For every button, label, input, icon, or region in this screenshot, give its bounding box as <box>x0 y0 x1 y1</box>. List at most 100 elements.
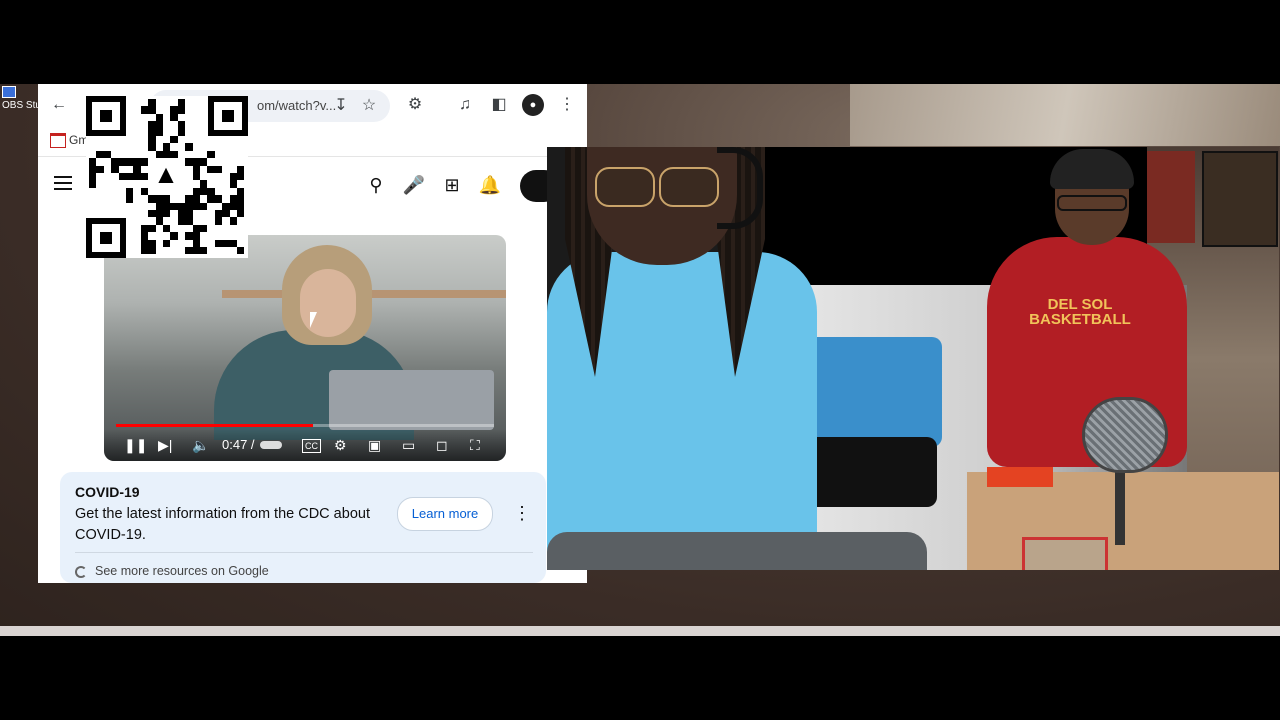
qr-module <box>126 158 134 166</box>
kebab-menu-icon[interactable]: ⋮ <box>513 502 531 524</box>
qr-module <box>148 247 156 255</box>
install-icon[interactable]: ↧ <box>330 95 352 117</box>
qr-module <box>140 247 149 255</box>
autoplay-toggle[interactable] <box>260 441 282 449</box>
qr-module <box>185 232 193 240</box>
qr-module <box>155 202 163 210</box>
qr-module <box>207 195 215 203</box>
qr-module <box>222 202 230 210</box>
qr-module <box>148 99 156 107</box>
qr-module <box>177 106 186 114</box>
qr-module <box>237 202 245 210</box>
qr-module <box>140 158 149 166</box>
covid-info-panel: COVID-19 Get the latest information from… <box>60 472 546 583</box>
qr-module <box>192 158 200 166</box>
qr-module <box>89 173 97 181</box>
qr-module <box>229 195 237 203</box>
hamburger-menu-icon[interactable] <box>54 176 72 190</box>
qr-module <box>192 232 200 240</box>
hoodie-text-line2: BASKETBALL <box>1029 311 1131 328</box>
settings-gear-icon[interactable]: ⚙ <box>334 435 347 455</box>
qr-module <box>185 158 193 166</box>
hoodie-text-line1: DEL SOL <box>1047 296 1113 313</box>
see-more-link[interactable]: See more resources on Google <box>75 564 269 578</box>
qr-module <box>192 195 200 203</box>
pause-icon[interactable]: ❚❚ <box>124 435 147 455</box>
captions-icon[interactable]: CC <box>302 439 321 453</box>
volume-icon[interactable]: 🔈 <box>192 435 209 455</box>
qr-module <box>163 143 171 151</box>
video-scene-laptop <box>329 370 494 430</box>
bookmark-gmail[interactable]: Gm <box>50 133 88 149</box>
qr-module <box>163 224 171 233</box>
video-scene-person-face <box>300 269 356 337</box>
webcam-overlay: DEL SOL BASKETBALL <box>547 147 1279 570</box>
profile-icon[interactable]: ● <box>522 94 544 116</box>
qr-module <box>200 187 208 196</box>
qr-module <box>170 202 178 210</box>
side-panel-icon[interactable]: ◧ <box>488 94 510 116</box>
qr-module <box>126 187 134 196</box>
webcam-chair <box>807 437 937 507</box>
create-video-icon[interactable]: ⊞ <box>440 173 464 197</box>
qr-module <box>155 113 163 122</box>
microphone-icon <box>1082 397 1168 473</box>
qr-module <box>155 210 163 218</box>
qr-module <box>170 106 178 114</box>
qr-module <box>185 217 193 225</box>
webcam-sunglasses <box>595 167 719 207</box>
qr-module <box>200 180 208 188</box>
qr-module <box>237 247 245 255</box>
video-progress-bar[interactable] <box>116 424 494 427</box>
qr-module <box>170 150 178 159</box>
qr-module <box>207 150 215 159</box>
qr-module <box>155 150 163 159</box>
qr-module <box>207 187 215 196</box>
qr-module <box>185 143 193 151</box>
qr-module <box>192 239 200 247</box>
qr-module <box>148 195 156 203</box>
search-icon[interactable]: ⚲ <box>364 173 388 197</box>
desktop-taskbar-strip <box>0 626 1280 636</box>
microphone-icon[interactable]: 🎤 <box>402 173 426 197</box>
qr-module <box>192 247 200 255</box>
extensions-icon[interactable]: ⚙ <box>404 94 426 116</box>
qr-module <box>185 202 193 210</box>
star-icon[interactable]: ☆ <box>358 95 380 117</box>
back-arrow-icon[interactable]: ← <box>48 94 70 116</box>
qr-module <box>192 173 200 181</box>
covid-body: Get the latest information from the CDC … <box>75 506 370 543</box>
qr-module <box>185 210 193 218</box>
qr-module <box>177 128 186 136</box>
qr-module <box>133 173 141 181</box>
qr-module <box>148 143 156 151</box>
qr-module <box>89 165 97 173</box>
cast-icon[interactable]: ◻ <box>436 435 448 455</box>
desktop-highlight <box>850 84 1280 146</box>
covid-title: COVID-19 <box>75 484 140 500</box>
learn-more-button[interactable]: Learn more <box>397 497 493 531</box>
qr-module <box>148 224 156 233</box>
qr-module <box>111 165 119 173</box>
fullscreen-icon[interactable]: ⛶ <box>470 435 480 455</box>
video-player[interactable]: ❚❚ ▶| 🔈 0:47 / CC ⚙ ▣ ▭ ◻ ⛶ <box>104 235 506 461</box>
notifications-bell-icon[interactable]: 🔔 <box>478 173 502 197</box>
letterbox-bottom <box>0 636 1280 720</box>
qr-module <box>155 121 163 129</box>
qr-module <box>192 224 200 233</box>
kebab-menu-icon[interactable]: ⋮ <box>556 94 578 116</box>
theater-mode-icon[interactable]: ▭ <box>402 435 415 455</box>
qr-module <box>163 210 171 218</box>
obs-desktop-shortcut[interactable]: OBS Stu <box>2 86 42 116</box>
qr-module <box>177 202 186 210</box>
next-icon[interactable]: ▶| <box>158 435 172 455</box>
qr-module <box>89 180 97 188</box>
qr-module <box>133 165 141 173</box>
media-control-icon[interactable]: ♫ <box>454 94 476 116</box>
qr-module <box>185 247 193 255</box>
qr-module <box>237 165 245 173</box>
qr-module <box>200 224 208 233</box>
miniplayer-icon[interactable]: ▣ <box>368 435 381 455</box>
webcam-person-left-legs <box>547 532 927 570</box>
qr-module <box>229 217 237 225</box>
